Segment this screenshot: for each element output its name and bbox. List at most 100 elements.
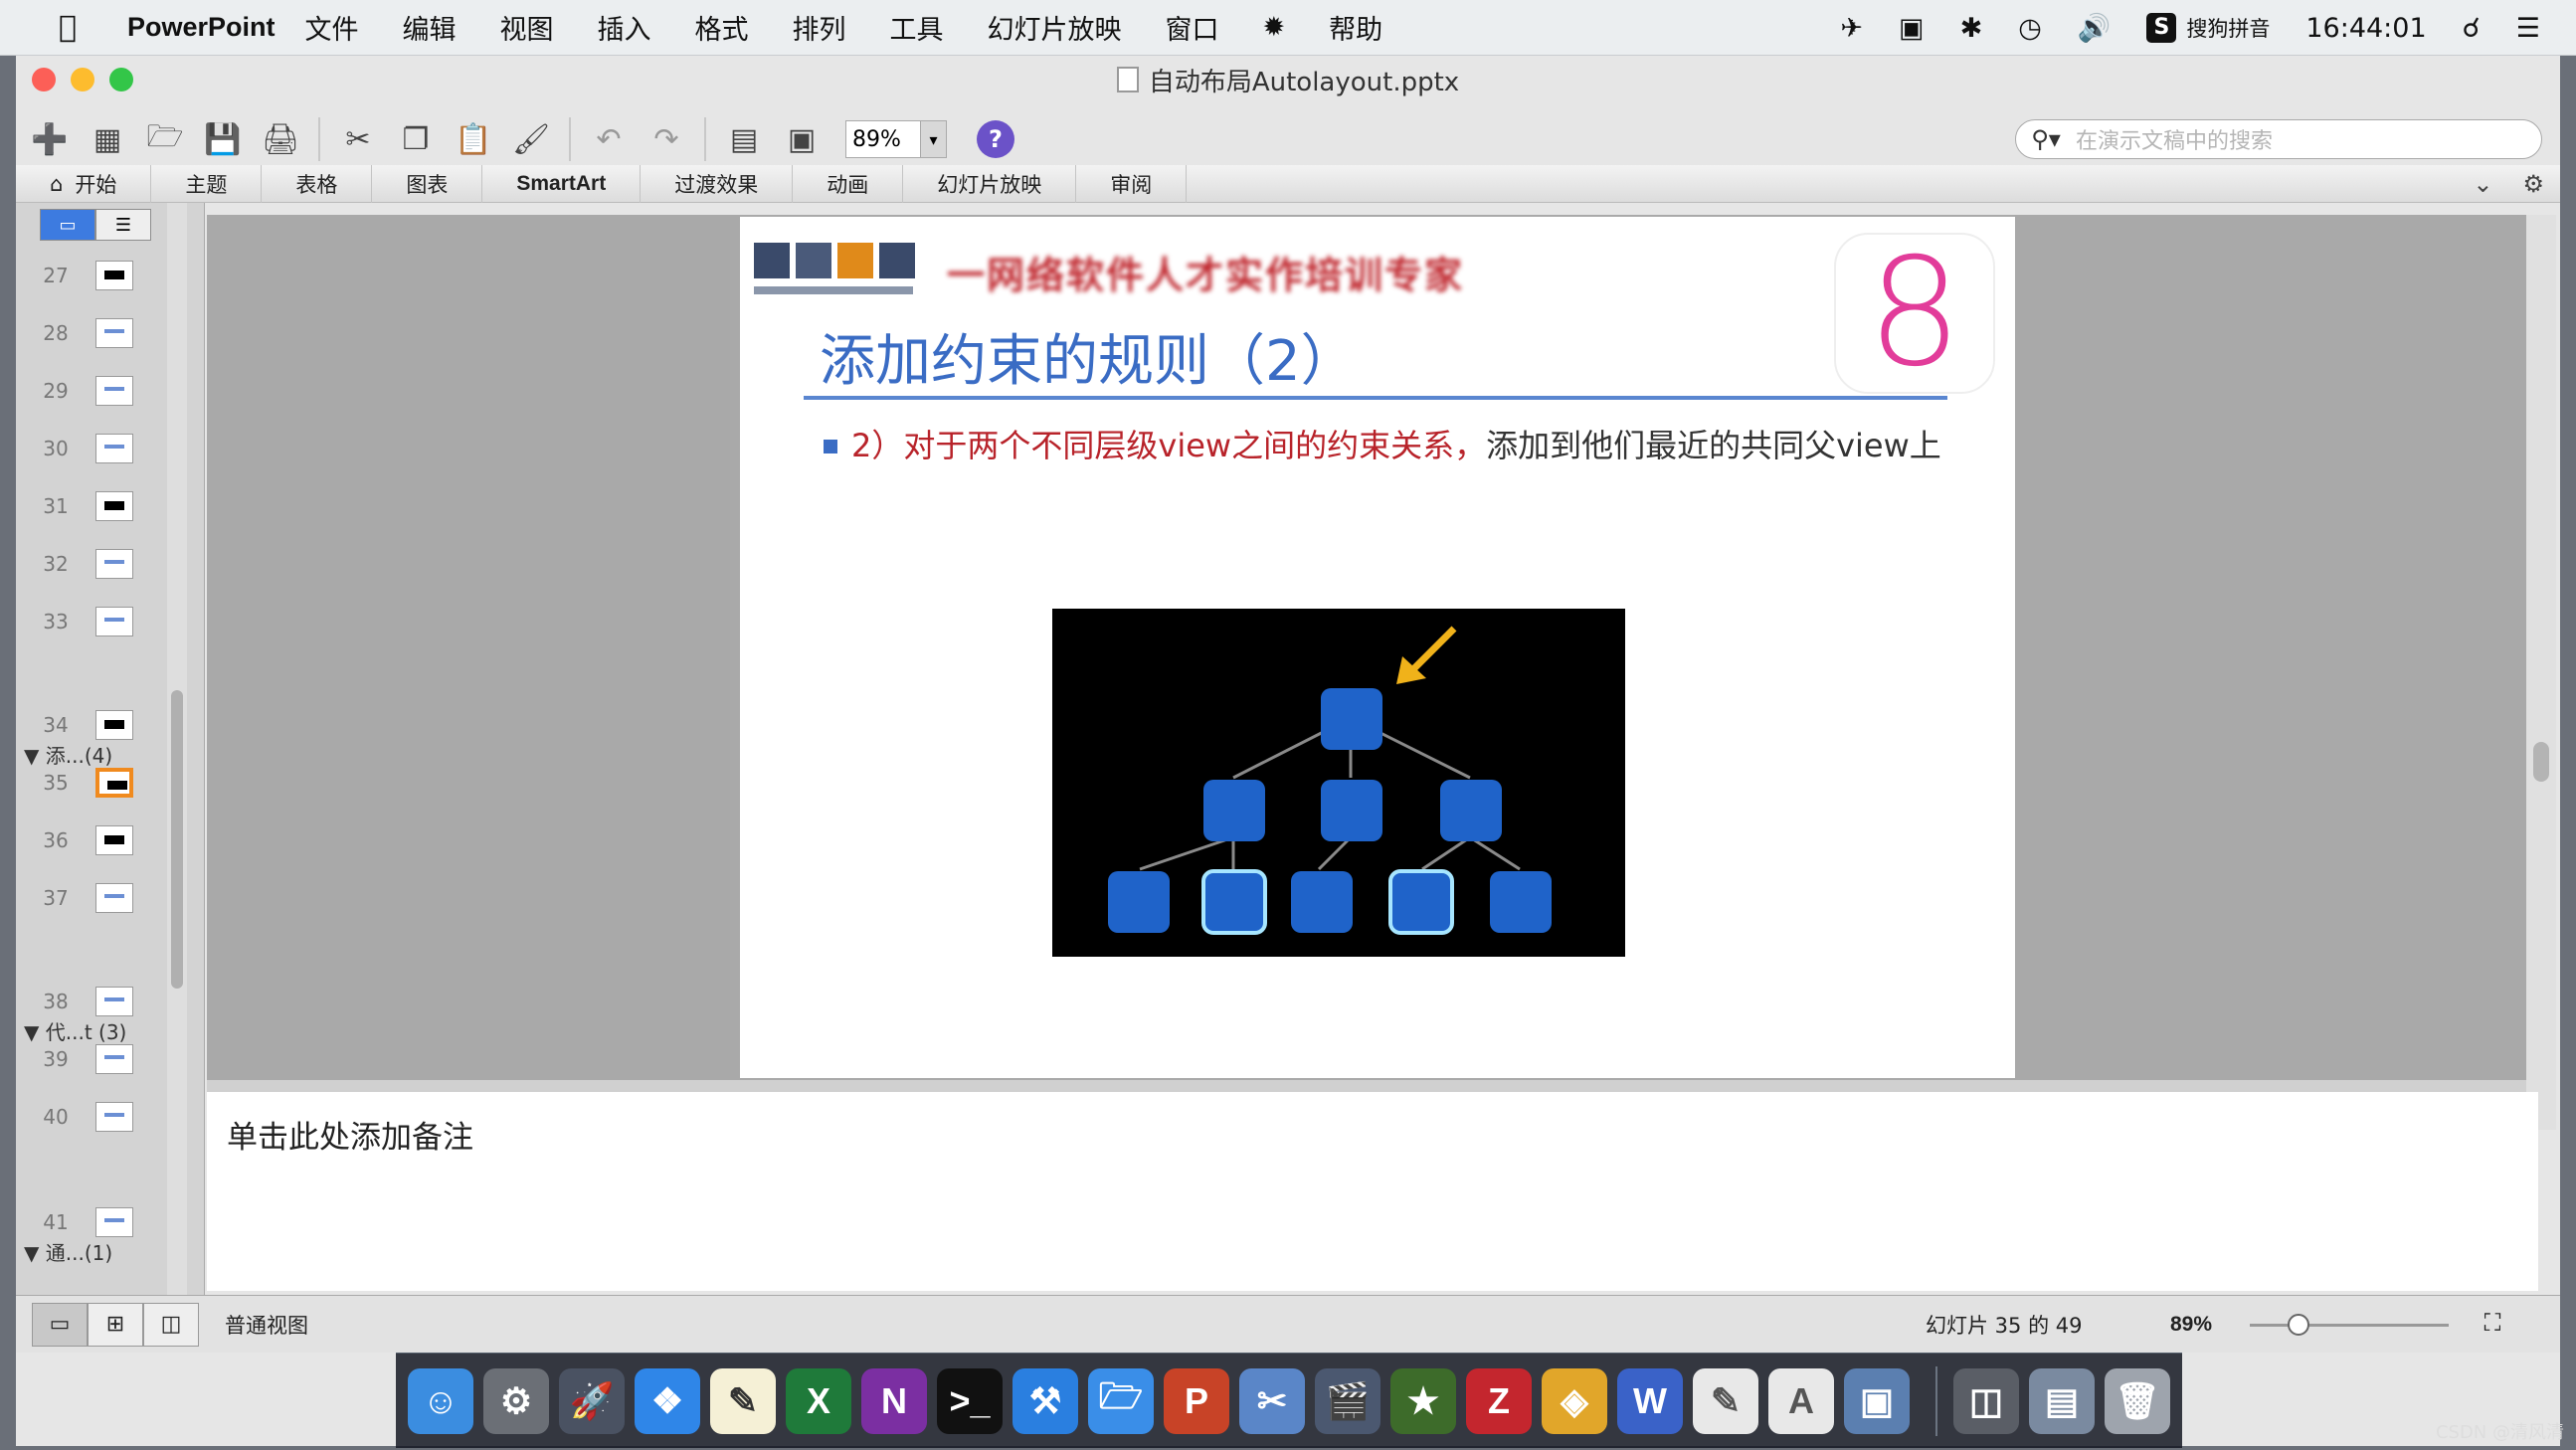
trash-icon[interactable]: 🗑 [2105,1367,2170,1434]
terminal-icon[interactable]: >_ [937,1367,1003,1434]
normal-view-icon[interactable]: ▭ [32,1302,88,1347]
menu-edit[interactable]: 编辑 [403,8,457,47]
launchpad-icon[interactable]: 🚀 [559,1367,625,1434]
script-menu-icon[interactable]: ✹ [1263,12,1286,43]
slide-thumbnail[interactable]: 39 [16,1034,165,1084]
notes-splitter[interactable] [207,1080,2538,1092]
slide-thumbnail[interactable]: 41 [16,1197,165,1247]
slide-thumbnail[interactable]: 38 [16,977,165,1026]
slide-thumbnail[interactable]: 27 [16,251,165,300]
tab-tables[interactable]: 表格 [262,164,373,203]
tab-review[interactable]: 审阅 [1076,164,1188,203]
search-icon[interactable]: ⚲▾ [2016,125,2076,153]
excel-icon[interactable]: X [786,1367,851,1434]
finder-icon[interactable]: ☺ [408,1367,473,1434]
menu-arrange[interactable]: 排列 [793,8,846,47]
bluetooth-icon[interactable]: ✱ [1960,13,1983,44]
zoom-slider-knob[interactable] [2288,1314,2309,1336]
time-machine-icon[interactable]: ◷ [2018,13,2042,44]
new-slide-icon[interactable]: ➕ [26,116,74,162]
undo-icon[interactable]: ↶ [585,116,633,162]
menu-view[interactable]: 视图 [500,8,554,47]
safari-icon[interactable]: ❖ [635,1367,700,1434]
notes-pane[interactable]: 单击此处添加备注 [207,1092,2538,1291]
slide-thumbnail[interactable]: 28 [16,308,165,358]
spotlight-search-icon[interactable]: ☌ [2463,13,2481,44]
help-button[interactable]: ? [977,120,1014,158]
slide-thumbnail[interactable]: 31 [16,481,165,531]
slides-panel-scrollbar[interactable] [167,203,187,1297]
fit-to-window-icon[interactable]: ⛶ [2473,1309,2512,1341]
clock[interactable]: 16:44:01 [2305,13,2426,44]
menu-format[interactable]: 格式 [695,8,749,47]
redo-icon[interactable]: ↷ [643,116,690,162]
zoom-button[interactable] [109,68,133,91]
close-button[interactable] [32,68,56,91]
onenote-icon[interactable]: N [861,1367,927,1434]
tab-animations[interactable]: 动画 [793,164,904,203]
documents-stack-icon[interactable]: ▤ [2029,1367,2095,1434]
notes-icon[interactable]: ✎ [710,1367,776,1434]
text-editor-icon[interactable]: ✎ [1693,1367,1758,1434]
filezilla-icon[interactable]: Z [1466,1367,1532,1434]
ios8-badge[interactable]: 8 [1834,233,1995,394]
menu-file[interactable]: 文件 [305,8,359,47]
gear-icon[interactable]: ⚙ [2522,170,2544,198]
powerpoint-icon[interactable]: P [1164,1367,1229,1434]
tab-slideshow[interactable]: 幻灯片放映 [903,164,1077,203]
slideshow-view-icon[interactable]: ◫ [143,1302,199,1347]
zoom-dropdown-chevron-icon[interactable]: ▾ [921,120,947,158]
slide-title[interactable]: 添加约束的规则（2） [820,316,1357,397]
collapse-ribbon-chevron-icon[interactable]: ⌄ [2473,170,2492,198]
tab-charts[interactable]: 图表 [372,164,483,203]
tab-transitions[interactable]: 过渡效果 [641,164,794,203]
input-method[interactable]: S 搜狗拼音 [2146,13,2270,43]
apple-menu-icon[interactable]:  [38,10,97,45]
zoom-field[interactable]: 89% [845,120,921,158]
slide-thumbnail[interactable]: 34 [16,700,165,750]
slide-thumbnail-selected[interactable]: 35 [16,758,165,808]
tab-smartart[interactable]: SmartArt [482,164,642,203]
save-icon[interactable]: 💾 [199,116,247,162]
format-painter-icon[interactable]: 🖌 [507,116,555,162]
print-icon[interactable]: 🖨 [257,116,304,162]
downloads-stack-icon[interactable]: ◫ [1953,1367,2019,1434]
slide-thumbnail[interactable]: 33 [16,597,165,646]
tab-themes[interactable]: 主题 [151,164,263,203]
preview-icon[interactable]: ▣ [1844,1367,1910,1434]
cut-icon[interactable]: ✂ [334,116,382,162]
video-app-icon[interactable]: 🎬 [1315,1367,1380,1434]
slide-thumbnail[interactable]: 37 [16,873,165,923]
slide-thumbnail[interactable]: 36 [16,816,165,865]
airplane-icon[interactable]: ✈ [1840,13,1863,44]
minimize-button[interactable] [71,68,94,91]
slides-view-icon[interactable]: ▭ [40,209,95,241]
scrollbar-thumb[interactable] [2533,742,2549,782]
tab-home[interactable]: ⌂ 开始 [16,164,152,203]
search-field[interactable]: ⚲▾ 在演示文稿中的搜索 [2015,119,2542,159]
paste-icon[interactable]: 📋 [450,116,497,162]
app-menu[interactable]: PowerPoint [127,12,276,43]
gallery-icon[interactable]: ▦ [84,116,131,162]
screenshot-icon[interactable]: ✂ [1239,1367,1305,1434]
word-icon[interactable]: W [1617,1367,1683,1434]
zoom-slider[interactable] [2250,1324,2449,1327]
script-editor-icon[interactable]: A [1768,1367,1834,1434]
slide-thumbnail[interactable]: 30 [16,424,165,473]
volume-icon[interactable]: 🔊 [2078,12,2112,44]
current-slide[interactable]: 一网络软件人才实作培训专家 添加约束的规则（2） 8 2）对于两个不同层级vie… [740,217,2015,1078]
slide-sorter-icon[interactable]: ⊞ [88,1302,143,1347]
menu-insert[interactable]: 插入 [598,8,651,47]
outline-view-icon[interactable]: ☰ [95,209,151,241]
copy-icon[interactable]: ❐ [392,116,440,162]
slide-thumbnail[interactable]: 40 [16,1092,165,1142]
bullet-text[interactable]: 2）对于两个不同层级view之间的约束关系，添加到他们最近的共同父view上 [851,424,1955,467]
system-preferences-icon[interactable]: ⚙ [483,1367,549,1434]
menu-window[interactable]: 窗口 [1166,8,1219,47]
sketch-icon[interactable]: ◈ [1542,1367,1607,1434]
view-hierarchy-diagram[interactable] [1052,609,1625,957]
slide-thumbnail[interactable]: 32 [16,539,165,589]
slide-thumbnail[interactable]: 29 [16,366,165,416]
menu-tools[interactable]: 工具 [890,8,944,47]
pro-app-icon[interactable]: ★ [1390,1367,1456,1434]
